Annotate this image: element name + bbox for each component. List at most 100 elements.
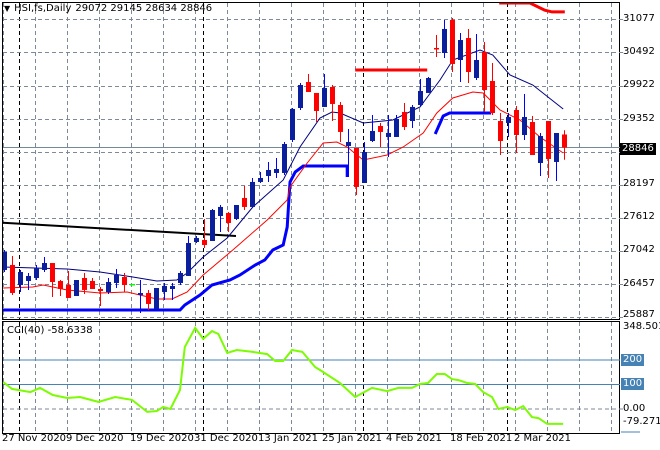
- price-axis-label: 26457: [623, 278, 655, 289]
- date-axis-label: 19 Dec 2020: [130, 433, 194, 444]
- bearish-candle: [562, 134, 567, 148]
- bullish-candle: [154, 288, 159, 309]
- bullish-candle: [266, 169, 271, 176]
- bullish-candle: [138, 293, 143, 295]
- bullish-candle: [410, 106, 415, 122]
- price-axis-label: 27042: [623, 244, 655, 255]
- bearish-candle: [122, 277, 127, 286]
- cci-min-label: -79.2719: [623, 416, 660, 427]
- price-axis-label: 27612: [623, 211, 655, 222]
- bullish-candle: [474, 60, 479, 78]
- bullish-candle: [218, 206, 223, 217]
- date-axis-label: 27 Nov 2020: [2, 433, 67, 444]
- bullish-candle: [210, 210, 215, 242]
- bearish-candle: [306, 82, 311, 92]
- bearish-candle: [482, 52, 487, 91]
- chart-header: ▼ HSI,fs,Daily 29072 29145 28634 28846: [4, 3, 212, 14]
- bullish-candle: [186, 243, 191, 276]
- bearish-candle: [530, 121, 535, 156]
- price-axis-label: 31077: [623, 13, 655, 24]
- bullish-candle: [522, 116, 527, 136]
- current-price-tag: 28846: [620, 143, 656, 155]
- price-axis-label: 25887: [623, 309, 655, 320]
- bearish-candle: [202, 239, 207, 245]
- bearish-candle: [314, 92, 319, 111]
- bullish-candle: [162, 285, 167, 292]
- bullish-candle: [506, 116, 511, 123]
- date-axis-label: 13 Jan 2021: [258, 433, 318, 444]
- bullish-candle: [554, 132, 559, 162]
- bullish-candle: [114, 274, 119, 283]
- price-axis-label: 28197: [623, 178, 655, 189]
- price-axis-label: 30492: [623, 46, 655, 57]
- cci-max-label: 348.5018: [623, 321, 660, 332]
- bullish-candle: [74, 280, 79, 297]
- bearish-candle: [354, 147, 359, 187]
- bearish-candle: [10, 264, 15, 293]
- cci-panel-frame: [2, 321, 620, 434]
- bullish-candle: [442, 28, 447, 53]
- bullish-candle: [426, 77, 431, 93]
- date-axis-label: 4 Feb 2021: [386, 433, 442, 444]
- date-axis-label: 25 Jan 2021: [322, 433, 382, 444]
- bullish-candle: [298, 85, 303, 108]
- ohlc-values: 29072 29145 28634 28846: [75, 3, 213, 14]
- bullish-candle: [42, 263, 47, 270]
- date-axis-label: 31 Dec 2020: [194, 433, 258, 444]
- bullish-candle: [290, 108, 295, 140]
- bullish-candle: [538, 135, 543, 164]
- bullish-candle: [34, 267, 39, 278]
- bearish-candle: [66, 285, 71, 298]
- date-axis-label: 18 Feb 2021: [450, 433, 513, 444]
- cci-title: CCI(40) -58.6338: [7, 325, 93, 336]
- bullish-candle: [178, 272, 183, 283]
- bearish-candle: [466, 38, 471, 72]
- bullish-candle: [362, 152, 367, 183]
- bearish-candle: [338, 105, 343, 132]
- bullish-candle: [346, 141, 351, 147]
- bearish-candle: [450, 19, 455, 64]
- bearish-candle: [50, 263, 55, 283]
- bearish-candle: [434, 47, 439, 50]
- bullish-candle: [234, 205, 239, 219]
- bullish-candle: [106, 282, 111, 292]
- bullish-candle: [170, 285, 175, 289]
- bullish-candle: [458, 40, 463, 61]
- bearish-candle: [498, 121, 503, 142]
- bearish-candle: [490, 80, 495, 114]
- date-axis-label: 9 Dec 2020: [66, 433, 124, 444]
- bullish-candle: [394, 119, 399, 137]
- bullish-candle: [18, 271, 23, 286]
- price-chart[interactable]: [0, 0, 660, 450]
- bullish-candle: [370, 130, 375, 142]
- cci-level-100: 100: [621, 378, 645, 390]
- bearish-candle: [514, 110, 519, 136]
- bullish-candle: [274, 169, 279, 173]
- bearish-candle: [546, 121, 551, 159]
- cci-level-200: 200: [621, 354, 645, 366]
- bullish-candle: [322, 88, 327, 107]
- bullish-candle: [418, 91, 423, 106]
- bearish-candle: [226, 213, 231, 223]
- bearish-candle: [330, 86, 335, 104]
- bullish-candle: [250, 181, 255, 207]
- collapse-triangle-icon[interactable]: ▼: [4, 4, 10, 13]
- bearish-candle: [242, 197, 247, 207]
- price-axis-label: 29922: [623, 79, 655, 90]
- bearish-candle: [58, 280, 63, 289]
- bullish-candle: [386, 132, 391, 137]
- cci-zero-label: 0.00: [623, 403, 646, 414]
- bullish-candle: [282, 144, 287, 173]
- doji-candle: [130, 283, 135, 286]
- bearish-candle: [146, 293, 151, 304]
- bearish-candle: [82, 277, 87, 290]
- bullish-candle: [194, 238, 199, 242]
- price-axis-label: 29352: [623, 113, 655, 124]
- bearish-candle: [402, 111, 407, 128]
- bearish-candle: [90, 280, 95, 289]
- bearish-candle: [378, 125, 383, 132]
- bullish-candle: [26, 275, 31, 281]
- symbol-label: HSI,fs,Daily: [14, 3, 72, 14]
- date-axis-label: 2 Mar 2021: [514, 433, 572, 444]
- bearish-candle: [98, 288, 103, 292]
